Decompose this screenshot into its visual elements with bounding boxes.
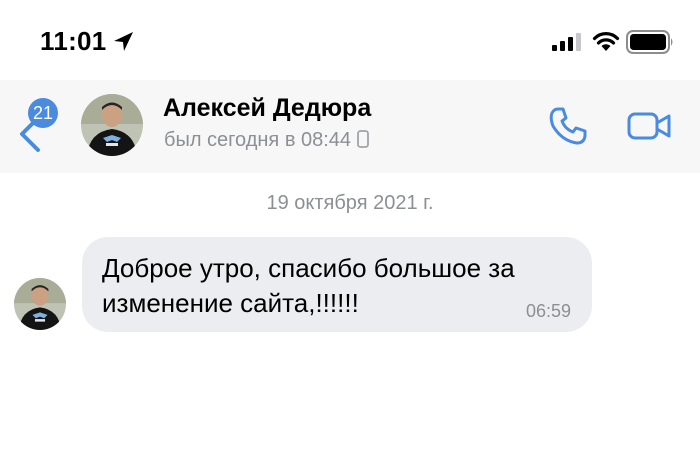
status-bar: 11:01	[0, 0, 700, 80]
video-call-button[interactable]	[626, 106, 672, 146]
back-button[interactable]: 21	[14, 98, 64, 156]
unread-count-badge: 21	[28, 98, 58, 128]
message-text: Доброе утро, спасибо большое за изменени…	[102, 253, 515, 318]
message-bubble[interactable]: Доброе утро, спасибо большое за изменени…	[82, 237, 592, 332]
date-separator: 19 октября 2021 г.	[266, 192, 434, 214]
chat-header: 21 Алексей Дедюра был сегодня в 08:44	[0, 80, 700, 173]
last-seen-status: был сегодня в 08:44	[164, 129, 369, 152]
avatar-image	[81, 94, 143, 156]
contact-avatar[interactable]	[81, 94, 143, 156]
location-arrow-icon	[114, 32, 133, 51]
contact-name[interactable]: Алексей Дедюра	[163, 94, 371, 123]
battery-icon	[626, 30, 673, 54]
avatar-image	[14, 278, 66, 330]
last-seen-text: был сегодня в 08:44	[164, 129, 352, 151]
phone-icon	[549, 107, 587, 145]
video-camera-icon	[627, 112, 671, 140]
status-time: 11:01	[40, 26, 107, 56]
cellular-signal-icon	[552, 33, 581, 51]
wifi-icon	[592, 32, 620, 51]
mobile-phone-icon	[357, 130, 369, 148]
message-time: 06:59	[525, 301, 571, 321]
call-button[interactable]	[546, 104, 590, 148]
message-sender-avatar[interactable]	[14, 278, 66, 330]
